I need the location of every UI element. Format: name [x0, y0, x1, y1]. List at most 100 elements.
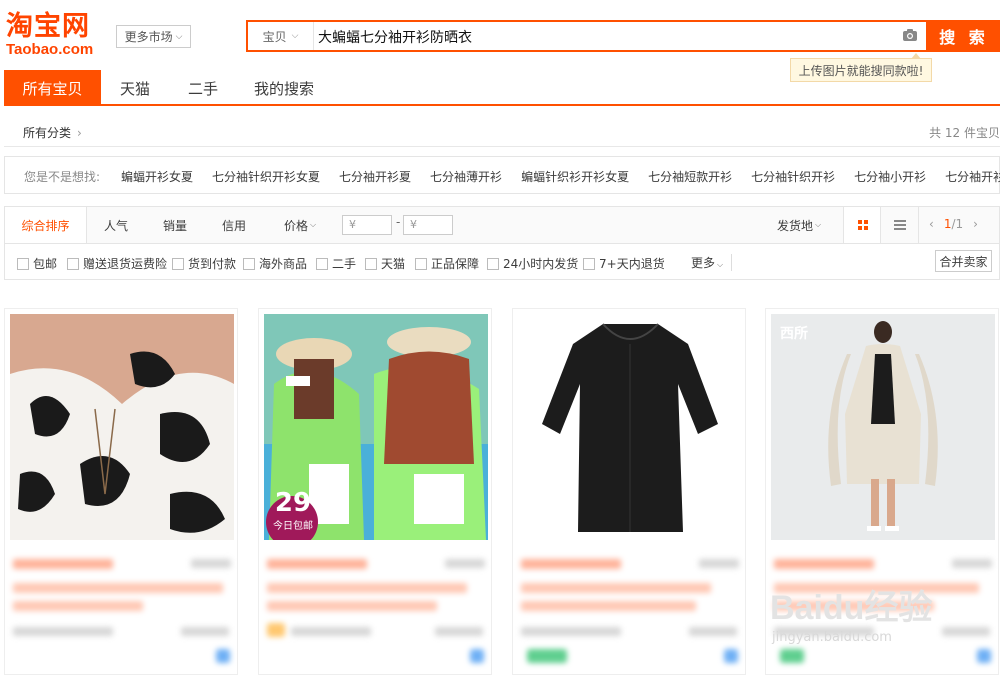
taobao-logo[interactable]: 淘宝网 Taobao.com	[6, 12, 106, 62]
ship-from-dropdown[interactable]: 发货地 ⌵	[769, 207, 829, 243]
chevron-down-icon: ⌵	[814, 220, 822, 229]
checkbox-label: 赠送退货运费险	[83, 257, 168, 271]
search-input[interactable]: 大蝙蝠七分袖开衫防晒衣	[318, 27, 472, 47]
promo-badge-text: 今日包邮	[273, 521, 313, 532]
product-image[interactable]	[518, 314, 742, 540]
filter-7day-return[interactable]: 7+天内退货	[583, 255, 665, 272]
product-info-blurred	[11, 549, 233, 669]
related-search-item[interactable]: 蝙蝠开衫女夏	[121, 168, 193, 185]
breadcrumb[interactable]: 所有分类 ›	[23, 124, 82, 141]
filter-overseas[interactable]: 海外商品	[243, 255, 307, 272]
search-box: 宝贝 ⌵ 大蝙蝠七分袖开衫防晒衣	[246, 20, 928, 52]
checkbox[interactable]	[415, 257, 427, 270]
divider	[4, 146, 1000, 147]
sort-bar: 综合排序 人气 销量 信用 价格 ⌵ ¥ - ¥ 发货地 ⌵ ‹ 1/1 ›	[4, 206, 1000, 244]
price-from-input[interactable]: ¥	[342, 215, 392, 235]
chevron-down-icon: ⌵	[175, 31, 183, 42]
related-search-item[interactable]: 七分袖短款开衫	[648, 168, 732, 185]
merge-sellers-button[interactable]: 合并卖家	[935, 250, 992, 272]
checkbox[interactable]	[487, 257, 499, 270]
chevron-down-icon: ⌵	[309, 220, 317, 229]
price-range-dash: -	[396, 215, 401, 229]
product-info-blurred	[265, 549, 487, 669]
search-category-select[interactable]: 宝贝 ⌵	[248, 22, 314, 50]
chevron-right-icon: ›	[77, 125, 82, 140]
product-card[interactable]	[512, 308, 746, 675]
checkbox-label: 海外商品	[259, 257, 308, 271]
market-dropdown[interactable]: 更多市场 ⌵	[116, 25, 191, 48]
filter-free-shipping[interactable]: 包邮	[17, 255, 57, 272]
checkbox-label: 天猫	[381, 257, 406, 271]
sort-credit[interactable]: 信用	[209, 207, 259, 243]
breadcrumb-all-categories: 所有分类	[23, 126, 72, 140]
search-button[interactable]: 搜 索	[928, 20, 1000, 52]
related-searches-list: 蝙蝠开衫女夏 七分袖针织开衫女夏 七分袖开衫夏 七分袖薄开衫 蝙蝠针织衫开衫女夏…	[121, 168, 1000, 185]
sort-default[interactable]: 综合排序	[5, 207, 87, 243]
checkbox[interactable]	[316, 257, 328, 270]
related-searches-label: 您是不是想找:	[24, 170, 101, 184]
checkbox[interactable]	[172, 257, 184, 270]
checkbox[interactable]	[243, 257, 255, 270]
more-filters-dropdown[interactable]: 更多 ⌵	[691, 254, 733, 271]
market-dropdown-label: 更多市场	[124, 30, 173, 44]
product-info-blurred	[519, 549, 741, 669]
product-image[interactable]	[771, 314, 995, 540]
checkbox[interactable]	[583, 257, 595, 270]
sort-sales[interactable]: 销量	[150, 207, 200, 243]
list-view-button[interactable]	[881, 207, 919, 243]
pager: ‹ 1/1 ›	[929, 217, 978, 231]
grid-icon	[858, 220, 868, 230]
chevron-left-icon[interactable]: ‹	[929, 217, 934, 231]
related-search-item[interactable]: 七分袖开衫女	[945, 168, 1000, 185]
tab-my-search[interactable]: 我的搜索	[240, 70, 328, 106]
sort-price-label: 价格	[283, 218, 308, 233]
shop-mark: 西所	[780, 326, 808, 342]
related-search-item[interactable]: 七分袖薄开衫	[430, 168, 502, 185]
tab-secondhand[interactable]: 二手	[172, 70, 234, 106]
checkbox-label: 正品保障	[431, 257, 480, 271]
product-image[interactable]	[10, 314, 234, 540]
filter-checkboxes: 包邮 赠送退货运费险 货到付款 海外商品 二手 天猫 正品保障 24小时内发货 …	[4, 244, 1000, 280]
chevron-right-icon[interactable]: ›	[973, 217, 978, 231]
grid-view-button[interactable]	[843, 207, 881, 243]
sort-price[interactable]: 价格 ⌵	[271, 207, 329, 243]
related-search-item[interactable]: 七分袖针织开衫	[751, 168, 835, 185]
sort-popularity[interactable]: 人气	[91, 207, 141, 243]
product-card[interactable]	[4, 308, 238, 675]
tab-tmall[interactable]: 天猫	[104, 70, 166, 106]
baidu-watermark: Baidu经验 jingyan.baidu.com	[760, 560, 1000, 650]
checkbox-label: 24小时内发货	[503, 257, 579, 271]
search-tabs: 所有宝贝 天猫 二手 我的搜索	[4, 70, 1000, 106]
chevron-down-icon: ⌵	[717, 260, 724, 269]
search-category-label: 宝贝	[262, 29, 287, 44]
filter-24h-ship[interactable]: 24小时内发货	[487, 255, 578, 272]
checkbox[interactable]	[365, 257, 377, 270]
filter-genuine[interactable]: 正品保障	[415, 255, 479, 272]
related-search-item[interactable]: 七分袖开衫夏	[339, 168, 411, 185]
filter-cod[interactable]: 货到付款	[172, 255, 236, 272]
related-searches: 您是不是想找: 蝙蝠开衫女夏 七分袖针织开衫女夏 七分袖开衫夏 七分袖薄开衫 蝙…	[4, 156, 1000, 194]
tab-all-items[interactable]: 所有宝贝	[4, 70, 101, 106]
result-count: 共 12 件宝贝	[929, 126, 1000, 140]
checkbox-label: 二手	[332, 257, 357, 271]
related-search-item[interactable]: 七分袖针织开衫女夏	[212, 168, 320, 185]
logo-cn-text: 淘宝网	[6, 11, 90, 42]
logo-en-text: Taobao.com	[6, 41, 94, 58]
filter-tmall[interactable]: 天猫	[365, 255, 405, 272]
filter-secondhand[interactable]: 二手	[316, 255, 356, 272]
checkbox-label: 包邮	[33, 257, 58, 271]
related-search-item[interactable]: 七分袖小开衫	[854, 168, 926, 185]
checkbox[interactable]	[17, 257, 29, 270]
checkbox[interactable]	[67, 257, 79, 270]
product-card[interactable]: 29 今日包邮	[258, 308, 492, 675]
list-icon	[894, 220, 906, 230]
promo-badge-number: 29	[274, 488, 312, 518]
related-search-item[interactable]: 蝙蝠针织衫开衫女夏	[521, 168, 629, 185]
price-to-input[interactable]: ¥	[403, 215, 453, 235]
filter-return-insurance[interactable]: 赠送退货运费险	[67, 255, 167, 272]
watermark-url: jingyan.baidu.com	[772, 630, 892, 645]
checkbox-label: 7+天内退货	[599, 257, 665, 271]
pager-total: /1	[951, 217, 964, 231]
camera-icon[interactable]	[902, 28, 918, 42]
watermark-brand: Baidu经验	[770, 589, 933, 627]
